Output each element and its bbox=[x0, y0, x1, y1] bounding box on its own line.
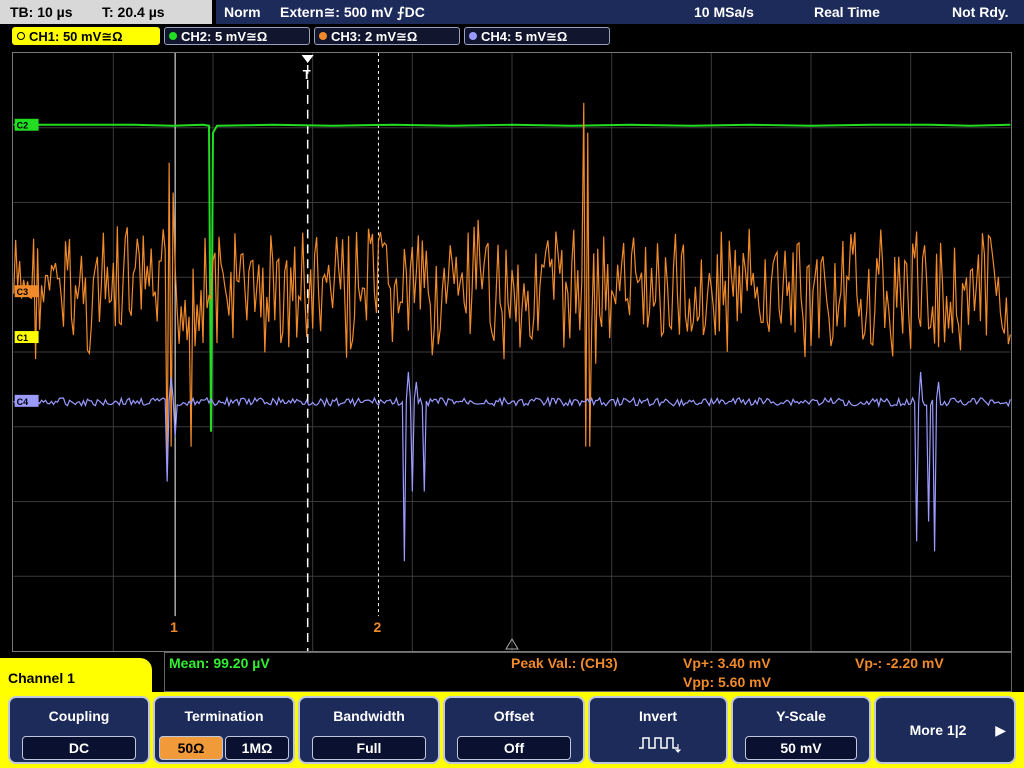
invert-waveform-icon bbox=[639, 737, 682, 754]
svg-text:C2: C2 bbox=[17, 121, 28, 131]
tab-ch4[interactable]: CH4: 5 mV≅Ω bbox=[464, 27, 610, 45]
trigger-position-label: T: 20.4 µs bbox=[102, 4, 165, 20]
timebase-box[interactable]: TB: 10 µs T: 20.4 µs bbox=[0, 0, 212, 24]
channel-menu-title-text: Channel 1 bbox=[8, 670, 75, 686]
cursor-1-label: 1 bbox=[170, 619, 178, 635]
chevron-right-icon: ▶ bbox=[995, 722, 1006, 738]
timebase-label: TB: 10 µs bbox=[10, 4, 73, 20]
ch1-ground-marker[interactable]: C1 bbox=[14, 331, 39, 343]
yscale-value: 50 mV bbox=[745, 736, 857, 760]
vp-plus-measurement: Vp+: 3.40 mV bbox=[683, 655, 771, 671]
vpp-measurement: Vpp: 5.60 mV bbox=[683, 674, 771, 690]
cursor-2-label: 2 bbox=[373, 619, 381, 635]
termination-title: Termination bbox=[184, 708, 264, 724]
svg-text:C4: C4 bbox=[17, 397, 28, 407]
sample-rate: 10 MSa/s bbox=[694, 4, 754, 20]
termination-1m-ohm[interactable]: 1MΩ bbox=[225, 736, 289, 760]
acquisition-mode: Real Time bbox=[814, 4, 880, 20]
ch1-tab-label: CH1: 50 mV≅Ω bbox=[29, 29, 123, 44]
yscale-title: Y-Scale bbox=[776, 708, 826, 724]
trigger-mode: Norm bbox=[224, 4, 261, 20]
ch4-ground-marker[interactable]: C4 bbox=[14, 394, 39, 407]
yscale-softkey[interactable]: Y-Scale 50 mV bbox=[731, 696, 871, 764]
coupling-value: DC bbox=[22, 736, 136, 760]
svg-text:C1: C1 bbox=[17, 333, 28, 343]
ready-state: Not Rdy. bbox=[952, 4, 1009, 20]
ch3-tab-label: CH3: 2 mV≅Ω bbox=[331, 29, 418, 44]
trigger-source: Extern≅: 500 mV ⨍DC bbox=[280, 4, 425, 20]
bandwidth-value: Full bbox=[312, 736, 426, 760]
trigger-marker: T bbox=[303, 67, 311, 82]
invert-title: Invert bbox=[638, 708, 678, 724]
bandwidth-softkey[interactable]: Bandwidth Full bbox=[298, 696, 440, 764]
peak-measurement-label: Peak Val.: (CH3) bbox=[511, 655, 618, 671]
trigger-arrow-icon bbox=[301, 54, 314, 63]
waveform-display[interactable]: T C2 C3 C1 C4 1 2 bbox=[12, 52, 1012, 652]
more-softkey[interactable]: More 1|2 ▶ bbox=[874, 696, 1016, 764]
measurement-bar: Mean: 99.20 µV Peak Val.: (CH3) Vp+: 3.4… bbox=[164, 652, 1012, 692]
channel-tabs: CH1: 50 mV≅Ω CH2: 5 mV≅Ω CH3: 2 mV≅Ω CH4… bbox=[0, 26, 1024, 48]
offset-value: Off bbox=[457, 736, 571, 760]
acquisition-status[interactable]: Norm Extern≅: 500 mV ⨍DC 10 MSa/s Real T… bbox=[216, 0, 1024, 24]
mean-measurement: Mean: 99.20 µV bbox=[169, 655, 270, 671]
tab-ch3[interactable]: CH3: 2 mV≅Ω bbox=[314, 27, 460, 45]
termination-softkey[interactable]: Termination 50Ω 1MΩ bbox=[153, 696, 295, 764]
ch1-dot-icon bbox=[17, 32, 25, 40]
bandwidth-title: Bandwidth bbox=[333, 708, 405, 724]
offset-softkey[interactable]: Offset Off bbox=[443, 696, 585, 764]
tab-ch1[interactable]: CH1: 50 mV≅Ω bbox=[12, 27, 160, 45]
ch4-dot-icon bbox=[469, 32, 477, 40]
softkey-bar: Coupling DC Termination 50Ω 1MΩ Bandwidt… bbox=[0, 692, 1024, 768]
invert-softkey[interactable]: Invert bbox=[588, 696, 728, 764]
more-title: More 1|2 bbox=[909, 722, 967, 738]
top-status-bar: TB: 10 µs T: 20.4 µs Norm Extern≅: 500 m… bbox=[0, 0, 1024, 26]
ch3-dot-icon bbox=[319, 32, 327, 40]
coupling-title: Coupling bbox=[48, 708, 110, 724]
coupling-softkey[interactable]: Coupling DC bbox=[8, 696, 150, 764]
svg-text:C3: C3 bbox=[17, 287, 28, 297]
grid-lines bbox=[13, 53, 1011, 651]
ch2-dot-icon bbox=[169, 32, 177, 40]
termination-50-ohm[interactable]: 50Ω bbox=[159, 736, 223, 760]
tab-ch2[interactable]: CH2: 5 mV≅Ω bbox=[164, 27, 310, 45]
ch2-tab-label: CH2: 5 mV≅Ω bbox=[181, 29, 268, 44]
ch3-ground-marker[interactable]: C3 bbox=[14, 285, 39, 297]
offset-title: Offset bbox=[493, 708, 535, 724]
ch2-ground-marker[interactable]: C2 bbox=[14, 118, 39, 131]
vp-minus-measurement: Vp-: -2.20 mV bbox=[855, 655, 944, 671]
ch4-tab-label: CH4: 5 mV≅Ω bbox=[481, 29, 568, 44]
